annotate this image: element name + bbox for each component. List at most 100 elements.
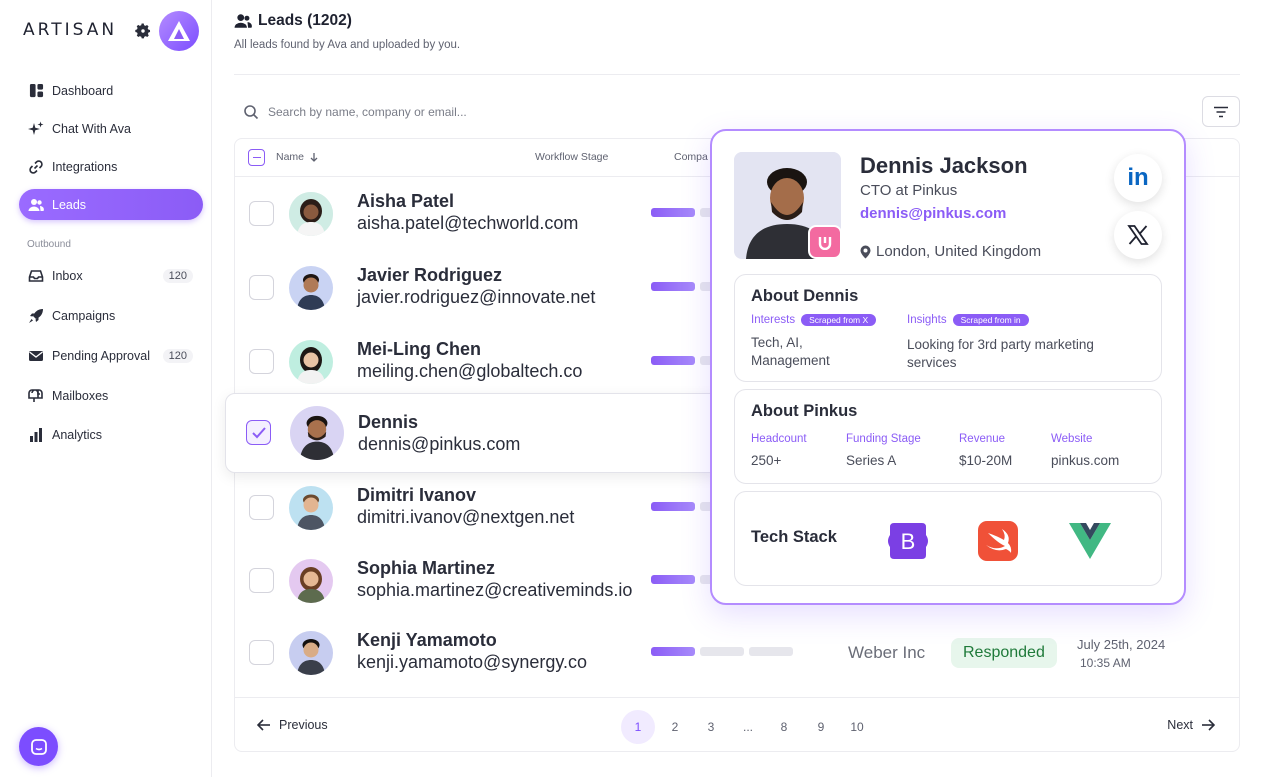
sidebar-item-chat-with-ava[interactable]: Chat With Ava [19,113,203,144]
sidebar-item-integrations[interactable]: Integrations [19,151,203,182]
workspace-avatar[interactable] [159,11,199,51]
header-divider [234,74,1240,75]
mail-icon [27,347,45,365]
tech-stack-title: Tech Stack [751,528,837,546]
avatar [289,631,333,675]
column-workflow-stage[interactable]: Workflow Stage [535,151,608,163]
page-button-10[interactable]: 10 [840,710,874,744]
row-checkbox[interactable] [249,349,274,374]
inbox-icon [27,267,45,285]
x-logo-icon [1127,225,1149,245]
sidebar-item-mailboxes[interactable]: Mailboxes [19,380,203,411]
sidebar-item-dashboard[interactable]: Dashboard [19,75,203,106]
select-all-checkbox[interactable] [248,149,265,166]
pagination: Previous 1 2 3 ... 8 9 10 Next [235,697,1239,753]
pinkus-logo-icon [818,237,832,250]
sidebar-item-analytics[interactable]: Analytics [19,419,203,450]
insights-value: Looking for 3rd party marketing services [907,337,1094,370]
profile-location: London, United Kingdom [860,243,1041,260]
swift-icon [975,518,1021,564]
interests-value: Tech, AI, Management [751,335,830,368]
lead-name: Javier Rodriguez [357,265,503,285]
lead-email: sophia.martinez@creativeminds.io [357,580,633,600]
search-bar [234,98,694,126]
sidebar-item-label: Integrations [52,159,118,174]
search-input[interactable] [268,105,668,119]
lead-name: Kenji Yamamoto [357,630,497,650]
page-title-text: Leads (1202) [258,12,352,29]
sidebar: ARTISAN Dashboard Chat With Ava Integrat… [0,0,212,777]
lead-email: meiling.chen@globaltech.co [357,361,583,381]
avatar [290,406,344,460]
page-button-9[interactable]: 9 [804,710,838,744]
sidebar-item-inbox[interactable]: Inbox 120 [19,260,203,291]
scraped-from-linkedin-badge: Scraped from in [952,314,1029,326]
x-twitter-button[interactable] [1114,211,1162,259]
arrow-right-icon [1202,719,1215,731]
linkedin-icon: in [1127,164,1149,191]
avatar [289,192,333,236]
avatar [289,340,333,384]
lead-email: kenji.yamamoto@synergy.co [357,652,588,672]
search-icon [244,105,259,120]
arrow-left-icon [257,719,270,731]
page-subtitle: All leads found by Ava and uploaded by y… [234,39,461,51]
row-checkbox[interactable] [249,495,274,520]
sidebar-item-campaigns[interactable]: Campaigns [19,300,203,331]
page-button-3[interactable]: 3 [694,710,728,744]
mailbox-icon [27,387,45,405]
avatar [289,486,333,530]
table-row[interactable]: Kenji Yamamoto kenji.yamamoto@synergy.co… [235,616,1241,688]
location-pin-icon [860,245,871,258]
lead-date: July 25th, 2024 10:35 AM [1077,636,1165,672]
support-chat-button[interactable] [19,727,58,766]
sidebar-item-label: Inbox [52,268,83,283]
next-page-button[interactable]: Next [1167,718,1215,732]
row-checkbox[interactable] [249,275,274,300]
avatar [289,559,333,603]
sidebar-item-pending-approval[interactable]: Pending Approval 120 [19,340,203,371]
table-row-selected[interactable]: Dennis dennis@pinkus.com [225,393,725,473]
lead-name: Sophia Martinez [357,558,496,578]
checkmark-icon [251,426,266,438]
profile-email[interactable]: dennis@pinkus.com [860,205,1006,222]
about-company-panel: About Pinkus Headcount 250+ Funding Stag… [734,389,1162,484]
sidebar-item-label: Dashboard [52,83,114,98]
bar-chart-icon [27,426,45,444]
profile-role: CTO at Pinkus [860,182,958,199]
bootstrap-letter: B [901,529,916,554]
sidebar-item-label: Pending Approval [52,348,150,363]
about-company-title: About Pinkus [751,402,858,420]
profile-name: Dennis Jackson [860,153,1028,178]
row-checkbox[interactable] [249,640,274,665]
avatar [289,266,333,310]
next-label: Next [1167,718,1193,732]
sidebar-item-leads[interactable]: Leads [19,189,203,220]
column-name[interactable]: Name [276,151,319,163]
lead-date-time: 10:35 AM [1080,656,1131,670]
page-button-1[interactable]: 1 [621,710,655,744]
page-button-8[interactable]: 8 [767,710,801,744]
column-company[interactable]: Compa [674,151,708,163]
scraped-from-x-badge: Scraped from X [801,314,877,326]
previous-page-button[interactable]: Previous [257,718,328,732]
interests-label: Interests [751,314,796,327]
pending-count-badge: 120 [162,348,193,363]
page-button-2[interactable]: 2 [658,710,692,744]
row-checkbox[interactable] [249,568,274,593]
website-value[interactable]: pinkus.com [1051,452,1119,470]
lead-email: aisha.patel@techworld.com [357,213,579,233]
page-ellipsis: ... [742,720,753,734]
linkedin-button[interactable]: in [1114,154,1162,202]
filter-button[interactable] [1202,96,1240,127]
gear-icon[interactable] [134,22,152,40]
column-name-label: Name [276,151,305,163]
row-checkbox[interactable] [249,201,274,226]
headcount-label: Headcount [751,433,807,445]
profile-location-text: London, United Kingdom [876,243,1042,260]
brand-logo-text: ARTISAN [23,20,118,40]
sidebar-item-label: Chat With Ava [52,121,131,136]
users-icon [234,14,252,28]
insights-label-row: Insights Scraped from in [907,314,1029,326]
row-checkbox-checked[interactable] [246,420,271,445]
